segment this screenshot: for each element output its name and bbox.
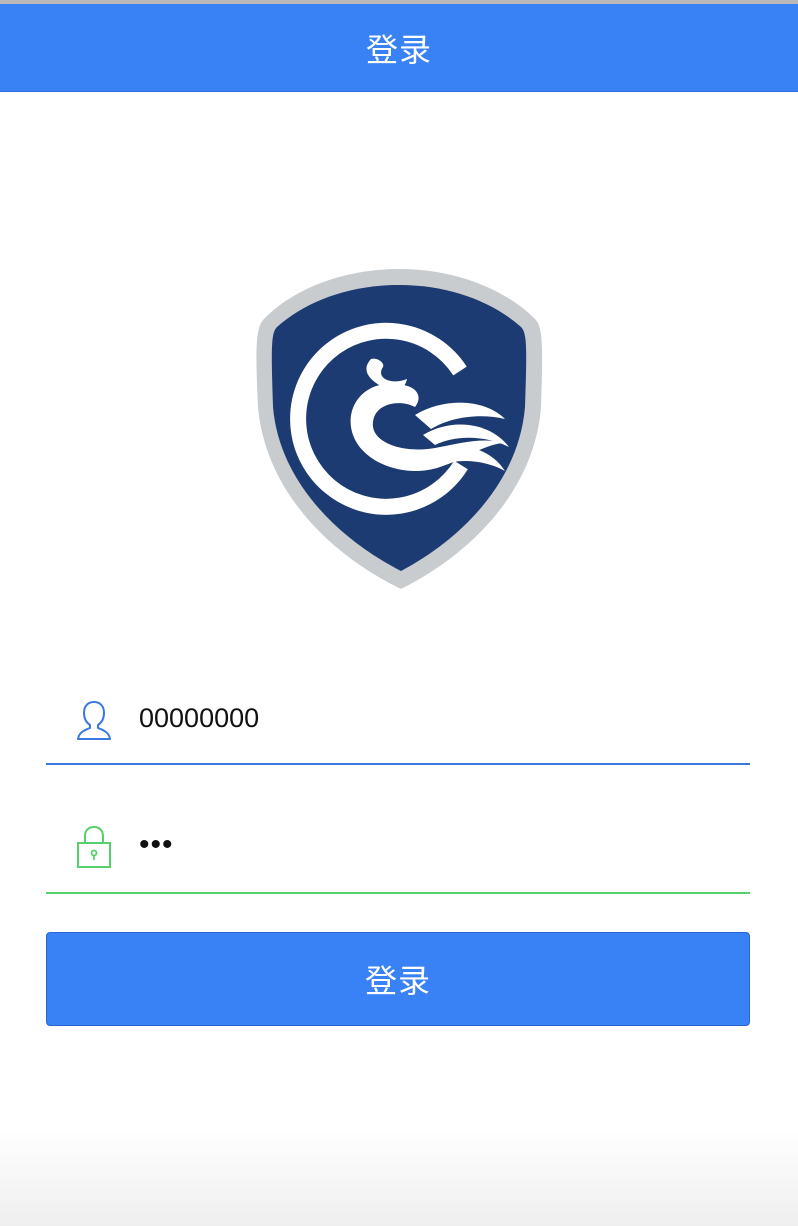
username-input[interactable]: 00000000: [139, 663, 259, 763]
login-button-label: 登录: [364, 962, 431, 1000]
login-button[interactable]: 登录: [46, 932, 750, 1026]
page-title: 登录: [365, 30, 432, 69]
password-field[interactable]: •••: [46, 792, 750, 894]
shield-logo-icon: [255, 267, 543, 591]
app-header: 登录: [0, 4, 798, 92]
user-icon: [76, 699, 112, 741]
password-input[interactable]: •••: [139, 792, 174, 892]
username-field[interactable]: 00000000: [46, 663, 750, 765]
lock-icon: [76, 825, 112, 868]
bottom-shadow: [0, 1130, 798, 1226]
